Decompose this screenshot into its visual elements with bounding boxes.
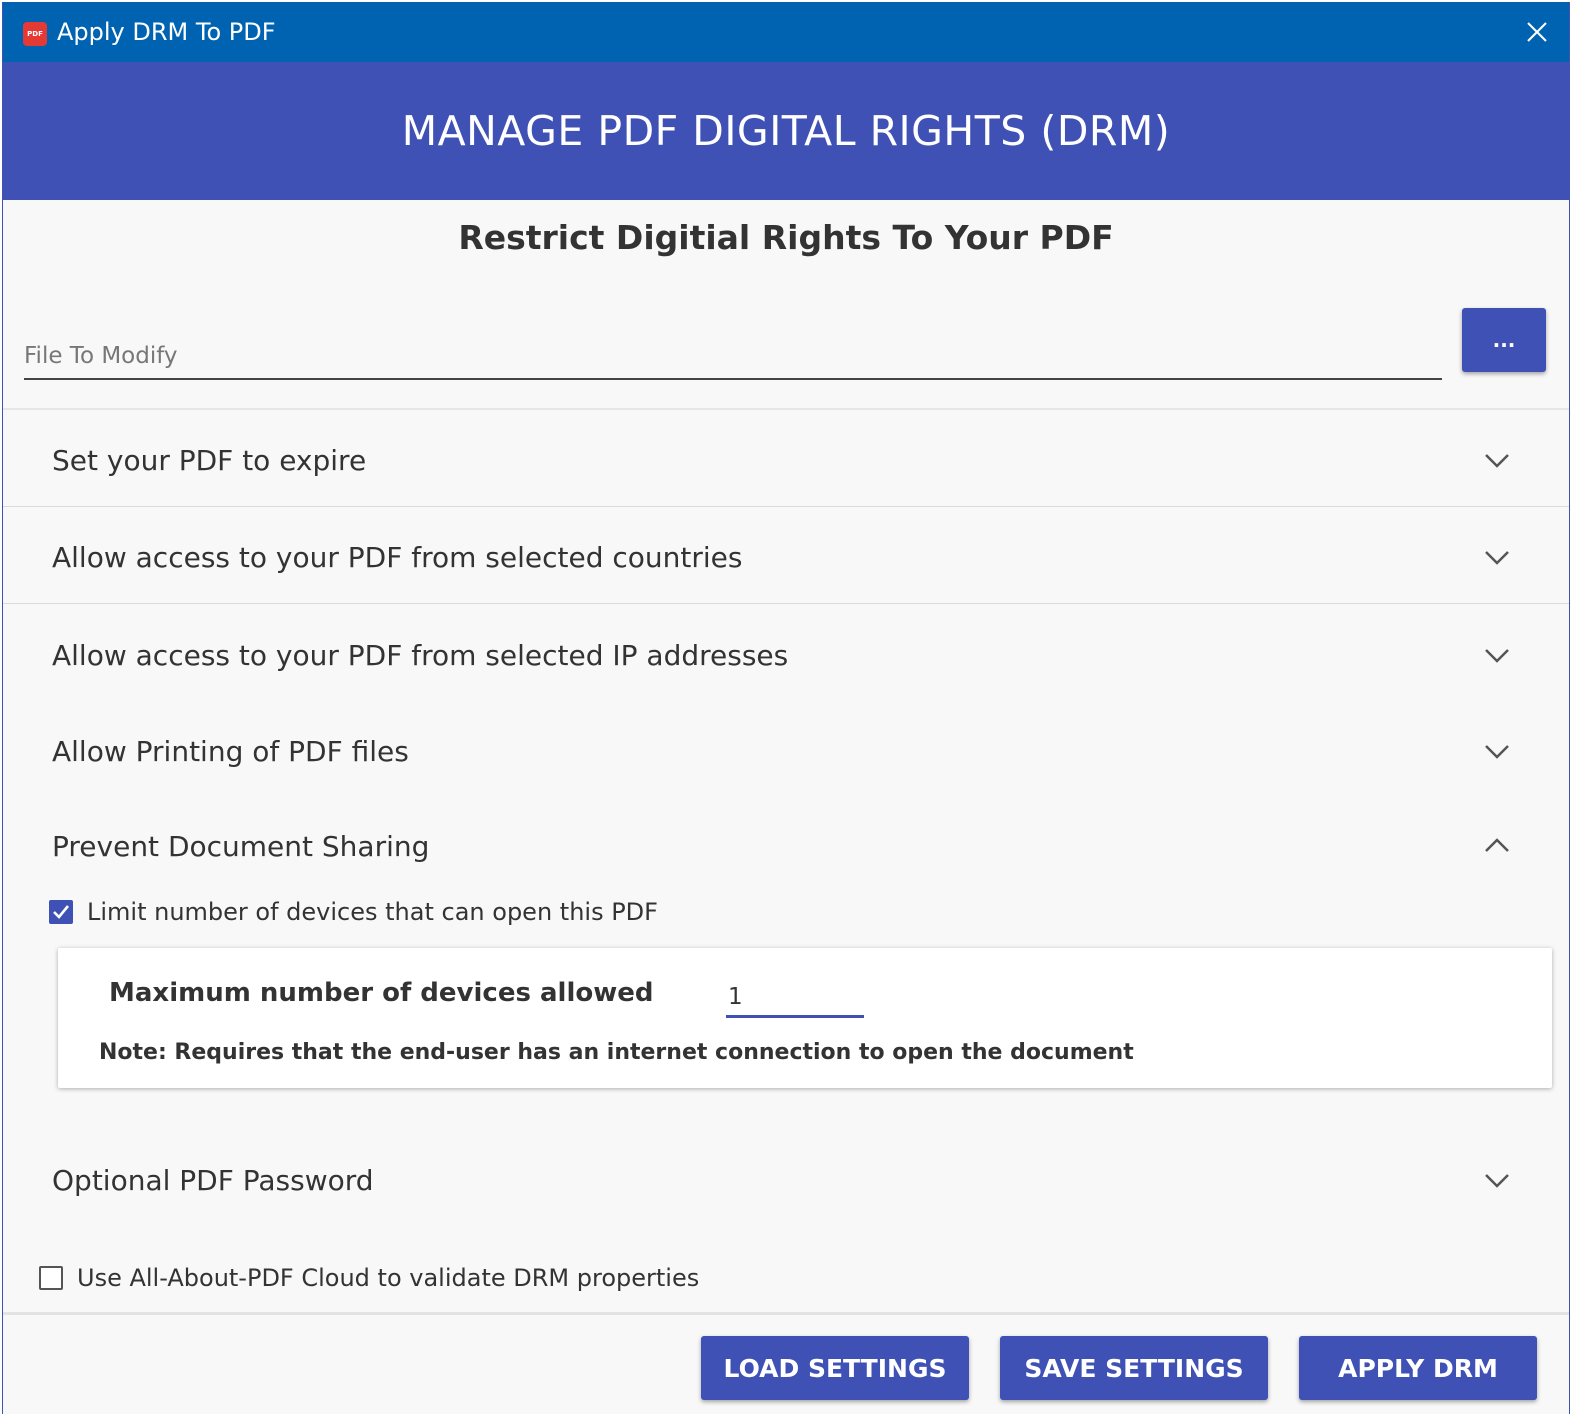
header-banner: MANAGE PDF DIGITAL RIGHTS (DRM)	[3, 62, 1569, 200]
chevron-up-icon	[1485, 838, 1509, 852]
section-label: Allow access to your PDF from selected c…	[52, 540, 743, 574]
load-settings-button[interactable]: LOAD SETTINGS	[701, 1336, 969, 1400]
close-icon[interactable]	[1527, 22, 1547, 42]
chevron-down-icon	[1485, 1174, 1509, 1188]
section-divider	[3, 506, 1569, 507]
internet-note: Note: Requires that the end-user has an …	[99, 1040, 1134, 1065]
limit-devices-label: Limit number of devices that can open th…	[87, 898, 658, 926]
device-limit-card: Maximum number of devices allowed Note: …	[58, 948, 1552, 1088]
browse-file-button[interactable]: ...	[1462, 308, 1546, 372]
cloud-validation-checkbox[interactable]	[39, 1266, 63, 1290]
footer-divider	[3, 1312, 1569, 1315]
section-password[interactable]: Optional PDF Password	[3, 1132, 1569, 1228]
section-label: Set your PDF to expire	[52, 443, 367, 477]
section-ip-addresses[interactable]: Allow access to your PDF from selected I…	[3, 607, 1569, 703]
section-label: Allow access to your PDF from selected I…	[52, 638, 789, 672]
apply-drm-button[interactable]: APPLY DRM	[1299, 1336, 1537, 1400]
limit-devices-option[interactable]: Limit number of devices that can open th…	[49, 898, 658, 926]
section-label: Allow Printing of PDF files	[52, 734, 409, 768]
section-label: Prevent Document Sharing	[52, 829, 430, 863]
section-printing[interactable]: Allow Printing of PDF files	[3, 703, 1569, 799]
cloud-validation-label: Use All-About-PDF Cloud to validate DRM …	[77, 1264, 700, 1292]
chevron-down-icon	[1485, 551, 1509, 565]
check-icon	[53, 905, 70, 919]
pdf-app-icon: PDF	[23, 22, 47, 46]
drm-dialog: PDF Apply DRM To PDF MANAGE PDF DIGITAL …	[2, 2, 1570, 1414]
chevron-down-icon	[1485, 649, 1509, 663]
max-devices-input[interactable]	[726, 978, 864, 1018]
section-divider	[3, 603, 1569, 604]
chevron-down-icon	[1485, 745, 1509, 759]
limit-devices-checkbox[interactable]	[49, 900, 73, 924]
section-label: Optional PDF Password	[52, 1163, 374, 1197]
max-devices-label: Maximum number of devices allowed	[109, 978, 654, 1008]
banner-title: MANAGE PDF DIGITAL RIGHTS (DRM)	[401, 107, 1171, 155]
section-prevent-sharing[interactable]: Prevent Document Sharing	[3, 798, 1569, 894]
cloud-validation-option[interactable]: Use All-About-PDF Cloud to validate DRM …	[39, 1264, 699, 1292]
page-subtitle: Restrict Digitial Rights To Your PDF	[458, 218, 1114, 257]
window-title: Apply DRM To PDF	[57, 18, 276, 46]
section-expire[interactable]: Set your PDF to expire	[3, 412, 1569, 508]
section-countries[interactable]: Allow access to your PDF from selected c…	[3, 509, 1569, 605]
chevron-down-icon	[1485, 454, 1509, 468]
save-settings-button[interactable]: SAVE SETTINGS	[1000, 1336, 1268, 1400]
panel-divider	[3, 408, 1569, 410]
title-bar: PDF Apply DRM To PDF	[3, 2, 1569, 62]
file-to-modify-input[interactable]	[24, 334, 1442, 380]
